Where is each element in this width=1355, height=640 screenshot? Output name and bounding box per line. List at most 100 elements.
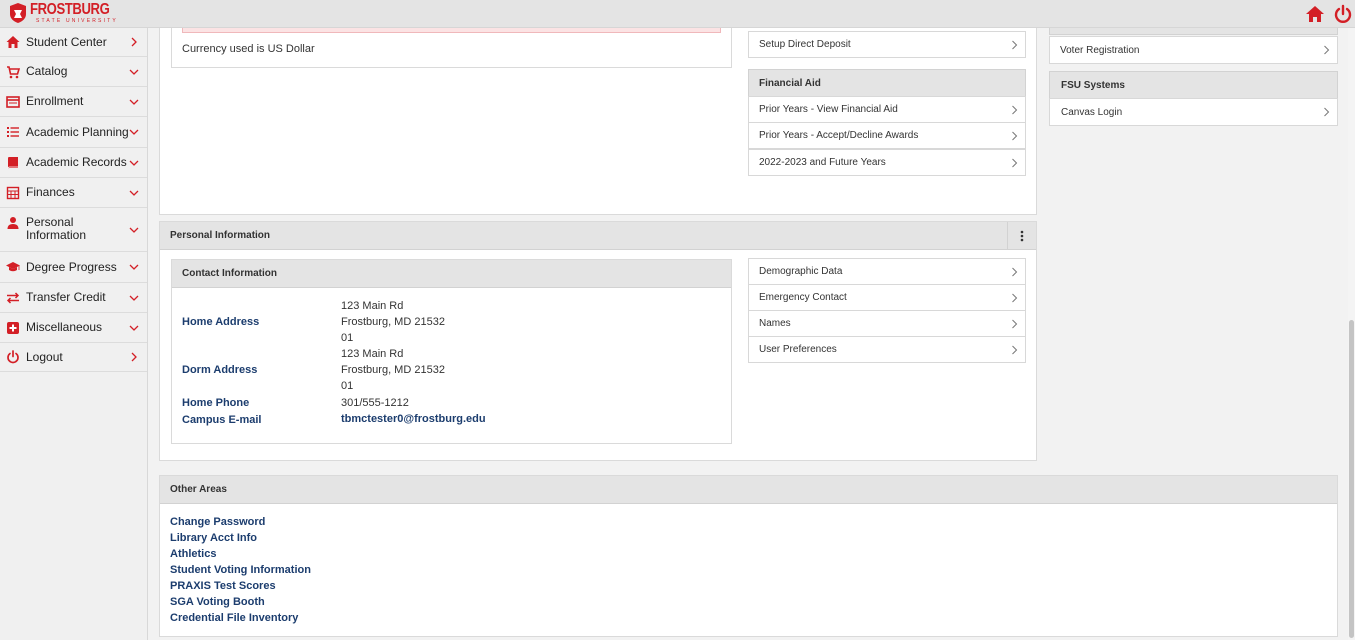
sidebar-item-label: Logout — [26, 349, 63, 364]
personal-information-header: Personal Information — [160, 222, 1036, 250]
praxis-test-scores-link[interactable]: PRAXIS Test Scores — [170, 578, 311, 594]
contact-information-header: Contact Information — [172, 260, 731, 288]
right-section-header-clipped — [1049, 28, 1338, 35]
sidebar-item-label: Transfer Credit — [26, 290, 106, 304]
chevron-right-icon — [131, 37, 137, 47]
change-password-link[interactable]: Change Password — [170, 514, 311, 530]
chevron-right-icon — [1012, 319, 1018, 329]
athletics-link[interactable]: Athletics — [170, 546, 311, 562]
plus-square-icon — [7, 321, 19, 334]
dorm-address-line1: 123 Main Rd — [341, 348, 404, 360]
chevron-right-icon — [1012, 293, 1018, 303]
sidebar-item-student-center[interactable]: Student Center — [0, 28, 147, 57]
home-address-line2: Frostburg, MD 21532 — [341, 316, 445, 328]
chevron-right-icon — [1324, 107, 1330, 117]
sidebar-nav: Student Center Catalog Enrollment Academ… — [0, 28, 148, 640]
campus-email-label: Campus E-mail — [182, 414, 262, 426]
names-link[interactable]: Names — [748, 310, 1026, 337]
sidebar-item-label: Academic Planning — [26, 124, 129, 139]
credential-file-inventory-link[interactable]: Credential File Inventory — [170, 610, 311, 626]
sidebar-item-label-line1: Personal — [26, 215, 74, 229]
student-voting-information-link[interactable]: Student Voting Information — [170, 562, 311, 578]
link-label: Emergency Contact — [759, 292, 847, 303]
calculator-icon — [6, 186, 20, 199]
home-icon — [6, 36, 20, 48]
user-preferences-link[interactable]: User Preferences — [748, 336, 1026, 363]
sidebar-item-label: Finances — [26, 185, 75, 199]
account-summary-box: Currency used is US Dollar — [171, 28, 732, 68]
home-icon[interactable] — [1305, 4, 1325, 24]
prior-years-view-aid-link[interactable]: Prior Years - View Financial Aid — [748, 96, 1026, 123]
power-icon[interactable] — [1333, 4, 1353, 24]
frostburg-logo[interactable]: FROSTBURG STATE UNIVERSITY — [8, 2, 127, 24]
chevron-down-icon — [129, 190, 139, 196]
demographic-data-link[interactable]: Demographic Data — [748, 258, 1026, 285]
sidebar-item-academic-records[interactable]: Academic Records — [0, 148, 147, 178]
more-options-button[interactable] — [1007, 222, 1036, 250]
scrollbar-thumb[interactable] — [1349, 320, 1354, 638]
link-label: User Preferences — [759, 344, 837, 355]
sidebar-item-label-line2: Information — [26, 228, 87, 242]
setup-direct-deposit-link[interactable]: Setup Direct Deposit — [748, 31, 1026, 58]
sga-voting-booth-link[interactable]: SGA Voting Booth — [170, 594, 311, 610]
alert-box — [182, 28, 721, 33]
chevron-down-icon — [129, 99, 139, 105]
bobcat-logo-icon — [10, 3, 26, 23]
brand-name: FROSTBURG — [30, 1, 110, 18]
book-icon — [7, 156, 18, 169]
cart-icon — [7, 65, 20, 78]
voter-registration-link[interactable]: Voter Registration — [1049, 36, 1338, 64]
other-areas-panel: Other Areas Change Password Library Acct… — [159, 475, 1338, 637]
sidebar-item-label: Student Center — [26, 34, 107, 49]
financial-aid-title: Financial Aid — [759, 77, 821, 89]
chevron-right-icon — [1012, 40, 1018, 50]
dorm-address-line3: 01 — [341, 380, 354, 392]
sidebar-item-degree-progress[interactable]: Degree Progress — [0, 252, 147, 283]
home-address-line1: 123 Main Rd — [341, 300, 404, 312]
chevron-down-icon — [129, 325, 139, 331]
personal-information-panel: Personal Information Contact Information… — [159, 221, 1037, 461]
personal-links: Demographic Data Emergency Contact Names… — [748, 258, 1026, 364]
emergency-contact-link[interactable]: Emergency Contact — [748, 284, 1026, 311]
other-areas-title: Other Areas — [170, 484, 227, 495]
power-icon — [7, 350, 19, 364]
link-label: Prior Years - Accept/Decline Awards — [759, 130, 919, 141]
link-label: Canvas Login — [1061, 106, 1123, 118]
other-areas-links: Change Password Library Acct Info Athlet… — [170, 514, 311, 626]
home-phone-label: Home Phone — [182, 397, 250, 409]
prior-years-accept-decline-link[interactable]: Prior Years - Accept/Decline Awards — [748, 122, 1026, 149]
campus-email-link[interactable]: tbmctester0@frostburg.edu — [341, 413, 486, 425]
dorm-address-label: Dorm Address — [182, 364, 258, 376]
sidebar-item-transfer-credit[interactable]: Transfer Credit — [0, 283, 147, 313]
link-label: 2022-2023 and Future Years — [759, 157, 886, 168]
sidebar-item-label: Enrollment — [26, 94, 84, 108]
chevron-down-icon — [129, 295, 139, 301]
canvas-login-link[interactable]: Canvas Login — [1049, 98, 1338, 126]
finances-panel: Currency used is US Dollar Setup Direct … — [159, 28, 1037, 215]
fsu-systems-title: FSU Systems — [1061, 79, 1125, 91]
chevron-right-icon — [1012, 131, 1018, 141]
sidebar-item-logout[interactable]: Logout — [0, 343, 147, 372]
sidebar-item-miscellaneous[interactable]: Miscellaneous — [0, 313, 147, 343]
chevron-right-icon — [1012, 158, 1018, 168]
link-label: Demographic Data — [759, 266, 843, 277]
sidebar-item-enrollment[interactable]: Enrollment — [0, 87, 147, 117]
sidebar-item-catalog[interactable]: Catalog — [0, 57, 147, 87]
currency-note: Currency used is US Dollar — [182, 43, 315, 55]
user-icon — [7, 217, 19, 229]
chevron-down-icon — [129, 160, 139, 166]
library-acct-info-link[interactable]: Library Acct Info — [170, 530, 311, 546]
chevron-down-icon — [129, 227, 139, 233]
home-phone-value: 301/555-1212 — [341, 397, 409, 409]
sidebar-item-academic-planning[interactable]: Academic Planning — [0, 117, 147, 148]
chevron-down-icon — [129, 129, 139, 135]
link-label: Prior Years - View Financial Aid — [759, 104, 898, 115]
sidebar-item-finances[interactable]: Finances — [0, 178, 147, 208]
brand-subtitle: STATE UNIVERSITY — [36, 18, 118, 24]
sidebar-item-personal-information[interactable]: Personal Information — [0, 208, 147, 252]
other-areas-header: Other Areas — [160, 476, 1337, 504]
chevron-down-icon — [129, 69, 139, 75]
chevron-down-icon — [129, 264, 139, 270]
future-years-aid-link[interactable]: 2022-2023 and Future Years — [748, 149, 1026, 176]
sidebar-item-label: Academic Records — [26, 155, 127, 169]
